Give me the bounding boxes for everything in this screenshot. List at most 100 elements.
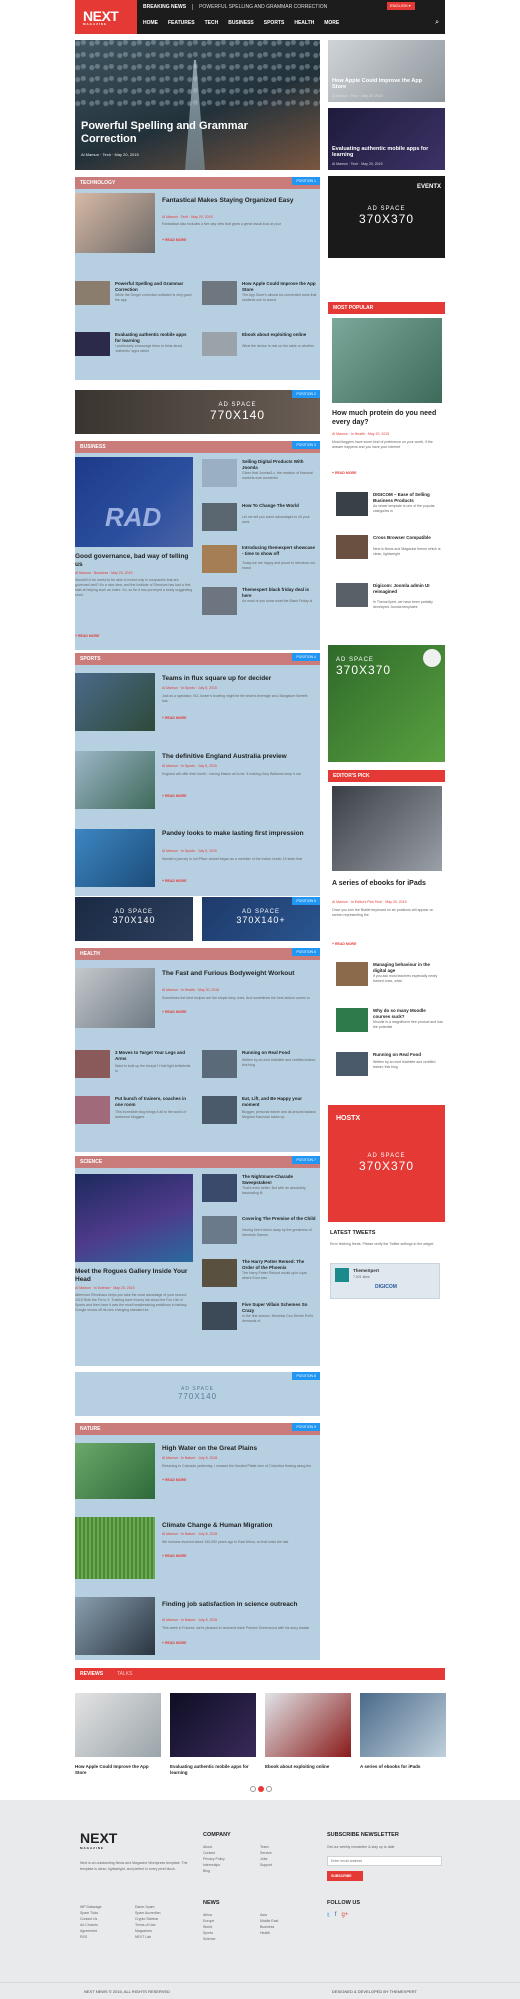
article-title[interactable]: The Fast and Furious Bodyweight Workout	[162, 970, 312, 978]
article-image[interactable]	[75, 751, 155, 809]
editors-thumb[interactable]	[336, 1008, 368, 1032]
article-thumb[interactable]	[202, 1050, 237, 1078]
article-thumb[interactable]	[75, 332, 110, 356]
site-logo[interactable]: NEXT MAGAZINE	[75, 0, 137, 34]
article-title[interactable]: The Nightmare-Charade Sweepstakes!	[242, 1174, 317, 1185]
read-more-link[interactable]: + READ MORE	[162, 1554, 186, 1558]
language-select[interactable]: ENGLISH ▾	[387, 2, 415, 10]
nav-tech[interactable]: TECH	[205, 20, 219, 26]
hero-side-card[interactable]: Evaluating authentic mobile apps for lea…	[328, 108, 445, 170]
editors-image[interactable]	[332, 786, 442, 871]
article-title[interactable]: Eat, Lift, and Be Happy your moment	[242, 1096, 317, 1107]
popular-item-title[interactable]: Digicom: Joomla admin UI reimagined	[373, 583, 443, 594]
review-image[interactable]	[170, 1693, 256, 1757]
article-title[interactable]: Fantastical Makes Staying Organized Easy	[162, 197, 312, 205]
article-thumb[interactable]	[202, 281, 237, 305]
footer-link[interactable]: Health	[260, 1930, 278, 1936]
article-title[interactable]: Evaluating authentic mobile apps for lea…	[115, 332, 193, 343]
article-title[interactable]: Pandey looks to make lasting first impre…	[162, 830, 312, 838]
popular-item-title[interactable]: DIGICOM – Ease of Selling Business Produ…	[373, 492, 443, 503]
hostx-ad[interactable]: HOSTX AD SPACE 370X370	[328, 1105, 445, 1222]
carousel-dot[interactable]	[250, 1786, 256, 1792]
subscribe-button[interactable]: SUBSCRIBE	[327, 1871, 363, 1881]
article-image[interactable]	[75, 1597, 155, 1655]
article-title[interactable]: Finding job satisfaction in science outr…	[162, 1601, 312, 1609]
article-title[interactable]: How Apple Could Improve the App Store	[242, 281, 317, 292]
editors-title[interactable]: A series of ebooks for iPads	[332, 880, 442, 889]
section-label[interactable]: NATURE	[80, 1426, 100, 1432]
review-image[interactable]	[360, 1693, 446, 1757]
article-thumb[interactable]	[202, 1259, 237, 1287]
article-image[interactable]	[75, 1517, 155, 1579]
carousel-dot[interactable]	[266, 1786, 272, 1792]
read-more-link[interactable]: + READ MORE	[162, 716, 186, 720]
editors-item-title[interactable]: Running on Real Food	[373, 1052, 443, 1058]
tab-talks[interactable]: TALKS	[117, 1671, 132, 1677]
article-title[interactable]: High Water on the Great Plains	[162, 1445, 312, 1453]
facebook-widget[interactable]: ThemeXpert 7,921 likes DIGICOM	[330, 1263, 440, 1299]
tab-reviews[interactable]: REVIEWS	[80, 1671, 103, 1677]
popular-thumb[interactable]	[336, 535, 368, 559]
article-title[interactable]: Powerful Spelling and Grammar Correction	[115, 281, 193, 292]
article-title[interactable]: Climate Change & Human Migration	[162, 1522, 312, 1530]
read-more-link[interactable]: + READ MORE	[162, 238, 186, 242]
hero-side-title[interactable]: How Apple Could Improve the App Store	[332, 78, 437, 90]
hero-featured[interactable]: Powerful Spelling and Grammar Correction…	[75, 40, 320, 170]
review-image[interactable]	[75, 1693, 161, 1757]
read-more-link[interactable]: + READ MORE	[332, 471, 356, 475]
review-title[interactable]: Evaluating authentic mobile apps for lea…	[170, 1764, 256, 1775]
article-title[interactable]: Good governance, bad way of telling us	[75, 553, 193, 568]
carousel-dot-active[interactable]	[258, 1786, 264, 1792]
review-title[interactable]: Ebook about exploiting online	[265, 1764, 351, 1770]
article-image[interactable]	[75, 1174, 193, 1262]
article-title[interactable]: Introducing themexpert showcase - time t…	[242, 545, 317, 556]
article-title[interactable]: Ebook about exploiting online	[242, 332, 317, 338]
article-thumb[interactable]	[202, 1216, 237, 1244]
section-label[interactable]: HEALTH	[80, 951, 100, 957]
article-thumb[interactable]	[202, 503, 237, 531]
read-more-link[interactable]: + READ MORE	[162, 879, 186, 883]
article-thumb[interactable]	[75, 281, 110, 305]
article-image[interactable]	[75, 968, 155, 1028]
footer-link[interactable]: Support	[260, 1862, 272, 1868]
article-thumb[interactable]	[202, 587, 237, 615]
read-more-link[interactable]: + READ MORE	[332, 942, 356, 946]
article-thumb[interactable]	[202, 545, 237, 573]
article-thumb[interactable]	[202, 332, 237, 356]
article-thumb[interactable]	[202, 1302, 237, 1330]
popular-item-title[interactable]: Cross Browser Compatible	[373, 535, 443, 541]
ad-banner[interactable]: POSITION 8 AD SPACE 770X140	[75, 1372, 320, 1416]
article-title[interactable]: Covering The Premise of the Child	[242, 1216, 317, 1222]
nav-sports[interactable]: SPORTS	[264, 20, 285, 26]
editors-thumb[interactable]	[336, 962, 368, 986]
article-image[interactable]	[75, 673, 155, 731]
event-ad[interactable]: EVENTX AD SPACE 370X370	[328, 176, 445, 258]
search-icon[interactable]: ⌕	[435, 19, 439, 27]
ad-banner[interactable]: POSITION 2 AD SPACE 770X140	[75, 390, 320, 434]
newsletter-email-input[interactable]	[327, 1856, 442, 1866]
article-thumb[interactable]	[202, 1096, 237, 1124]
read-more-link[interactable]: + READ MORE	[162, 1641, 186, 1645]
section-label[interactable]: TECHNOLOGY	[80, 180, 115, 186]
read-more-link[interactable]: + READ MORE	[162, 1010, 186, 1014]
popular-thumb[interactable]	[336, 492, 368, 516]
article-image[interactable]	[75, 193, 155, 253]
article-title[interactable]: 3 Moves to Target Your Legs and Arms	[115, 1050, 193, 1061]
google-plus-icon[interactable]: g+	[341, 1912, 348, 1919]
read-more-link[interactable]: + READ MORE	[162, 1478, 186, 1482]
article-title[interactable]: Teams in flux square up for decider	[162, 675, 312, 683]
article-title[interactable]: Meet the Rogues Gallery Inside Your Head	[75, 1268, 193, 1283]
popular-title[interactable]: How much protein do you need every day?	[332, 410, 442, 427]
section-label[interactable]: SPORTS	[80, 656, 101, 662]
article-thumb[interactable]	[75, 1096, 110, 1124]
twitter-icon[interactable]: 𝕥	[327, 1912, 330, 1919]
article-image[interactable]	[75, 829, 155, 887]
hero-side-title[interactable]: Evaluating authentic mobile apps for lea…	[332, 146, 437, 158]
ad-banner[interactable]: AD SPACE 370X140	[75, 897, 193, 941]
designed-by[interactable]: DESIGNED & DEVELOPED BY THEMEXPERT	[332, 1989, 417, 1994]
nav-more[interactable]: MORE	[324, 20, 339, 26]
footer-link[interactable]: Science	[203, 1936, 215, 1942]
section-label[interactable]: BUSINESS	[80, 444, 106, 450]
footer-logo[interactable]: NEXT MAGAZINE	[80, 1830, 117, 1850]
sport-ad[interactable]: AD SPACE 370X370	[328, 645, 445, 762]
